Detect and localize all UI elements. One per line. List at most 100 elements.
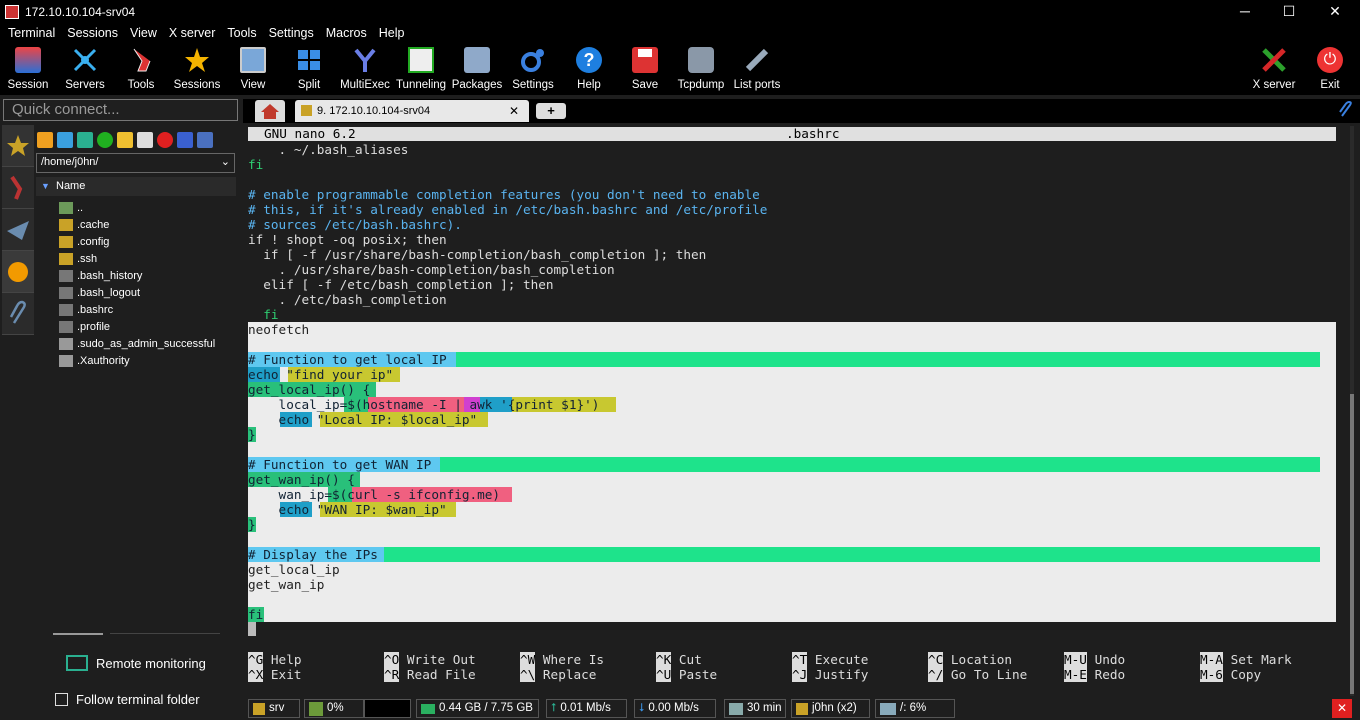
split-button[interactable]: Split — [281, 45, 337, 93]
gear-icon — [520, 47, 546, 73]
tab-session-9[interactable]: 9. 172.10.10.104-srv04 ✕ — [295, 100, 529, 122]
sidebar-tab-tools[interactable] — [2, 167, 34, 209]
save-button[interactable]: Save — [617, 45, 673, 93]
menu-settings[interactable]: Settings — [263, 26, 320, 40]
code-line: elif [ -f /etc/bash_completion ]; then — [248, 277, 554, 292]
status-disk: /: 6% — [875, 699, 955, 718]
power-icon: ⏻ — [1317, 47, 1343, 73]
close-window-button[interactable]: ✕ — [1312, 0, 1358, 23]
file-row[interactable]: .cache — [59, 216, 109, 233]
close-session-button[interactable]: ✕ — [1332, 699, 1352, 718]
session-button[interactable]: Session — [0, 45, 56, 93]
minimize-button[interactable]: ─ — [1222, 0, 1268, 23]
highlight-bar — [248, 547, 1320, 562]
status-uptime: 30 min — [724, 699, 786, 718]
tools-button[interactable]: Tools — [113, 45, 169, 93]
file-icon — [59, 286, 73, 299]
packages-button[interactable]: Packages — [449, 45, 505, 93]
cpu-graph — [364, 699, 411, 718]
scrollbar[interactable] — [1350, 126, 1354, 696]
tcpdump-button[interactable]: Tcpdump — [673, 45, 729, 93]
menu-view[interactable]: View — [124, 26, 163, 40]
sidebar-tab-sftp[interactable] — [2, 251, 34, 293]
split-icon — [296, 47, 322, 73]
code-line: echo "WAN IP: $wan_ip" — [248, 502, 447, 517]
upload-icon[interactable] — [77, 132, 93, 148]
delete-icon[interactable] — [157, 132, 173, 148]
quick-connect-input[interactable]: Quick connect... — [3, 99, 238, 121]
menu-help[interactable]: Help — [373, 26, 411, 40]
view-button[interactable]: View — [225, 45, 281, 93]
download-icon[interactable] — [57, 132, 73, 148]
servers-button[interactable]: Servers — [57, 45, 113, 93]
session-icon — [15, 47, 41, 73]
menu-sessions[interactable]: Sessions — [61, 26, 124, 40]
sidebar-tab-sessions[interactable] — [2, 125, 34, 167]
sessions-button[interactable]: Sessions — [169, 45, 225, 93]
code-line: fi — [248, 307, 279, 322]
code-line: # Function to get local IP — [248, 352, 447, 367]
new-tab-button[interactable]: + — [536, 103, 566, 119]
star-icon — [184, 47, 210, 73]
window-title: 172.10.10.104-srv04 — [25, 4, 136, 19]
menu-bar: Terminal Sessions View X server Tools Se… — [0, 23, 1360, 43]
list-ports-button[interactable]: List ports — [729, 45, 785, 93]
menu-terminal[interactable]: Terminal — [2, 26, 61, 40]
sidebar-tab-attach[interactable] — [2, 293, 34, 335]
file-row[interactable]: .bash_logout — [59, 284, 140, 301]
tunneling-icon — [408, 47, 434, 73]
file-row[interactable]: .ssh — [59, 250, 97, 267]
file-list-header[interactable]: ▼ Name — [36, 177, 236, 196]
file-row[interactable]: .sudo_as_admin_successful — [59, 335, 215, 352]
tunneling-button[interactable]: Tunneling — [393, 45, 449, 93]
tools-icon — [128, 47, 154, 73]
file-row[interactable]: .. — [59, 199, 83, 216]
close-tab-icon[interactable]: ✕ — [509, 100, 519, 122]
exit-button[interactable]: ⏻ Exit — [1302, 45, 1358, 93]
settings-button[interactable]: Settings — [505, 45, 561, 93]
shortcut-redo: M-E Redo — [1064, 667, 1126, 682]
file-row[interactable]: .bashrc — [59, 301, 113, 318]
maximize-button[interactable]: ☐ — [1266, 0, 1312, 23]
file-icon — [59, 337, 73, 350]
code-line: # this, if it's already enabled in /etc/… — [248, 202, 768, 217]
properties-icon[interactable] — [197, 132, 213, 148]
follow-terminal-folder[interactable]: Follow terminal folder — [52, 688, 237, 710]
file-row[interactable]: .config — [59, 233, 109, 250]
follow-checkbox[interactable] — [55, 692, 68, 706]
star-icon — [7, 135, 29, 156]
server-icon — [253, 702, 265, 715]
menu-macros[interactable]: Macros — [320, 26, 373, 40]
help-button[interactable]: ? Help — [561, 45, 617, 93]
file-row[interactable]: .Xauthority — [59, 352, 130, 369]
paperclip-icon[interactable] — [1337, 100, 1355, 119]
multiexec-button[interactable]: MultiExec — [337, 45, 393, 93]
code-line: local_ip=$(hostname -I | awk '{print $1}… — [248, 397, 600, 412]
menu-tools[interactable]: Tools — [221, 26, 262, 40]
folder-up-icon[interactable] — [37, 132, 53, 148]
file-icon — [59, 354, 73, 367]
menu-xserver[interactable]: X server — [163, 26, 222, 40]
column-name: Name — [56, 180, 86, 192]
file-row[interactable]: .bash_history — [59, 267, 142, 284]
remote-monitoring-button[interactable]: Remote monitoring — [52, 648, 237, 678]
file-icon — [59, 269, 73, 282]
path-input[interactable]: /home/j0hn/ ⌄ — [36, 153, 235, 173]
tools-icon — [10, 175, 23, 200]
chevron-down-icon[interactable]: ⌄ — [221, 155, 230, 168]
home-icon — [261, 104, 279, 119]
sidebar-tab-macros[interactable] — [2, 209, 34, 251]
new-folder-icon[interactable] — [117, 132, 133, 148]
new-file-icon[interactable] — [137, 132, 153, 148]
scrollbar-thumb[interactable] — [1350, 394, 1354, 694]
folder-icon — [59, 235, 73, 248]
refresh-icon[interactable] — [97, 132, 113, 148]
upload-arrow-icon: ⭡ — [551, 702, 557, 714]
xserver-button[interactable]: X server — [1246, 45, 1302, 93]
paperclip-icon — [9, 300, 26, 324]
file-row[interactable]: .profile — [59, 318, 110, 335]
shortcut-copy: M-6 Copy — [1200, 667, 1262, 682]
rename-icon[interactable] — [177, 132, 193, 148]
home-tab[interactable] — [255, 100, 285, 122]
tcpdump-icon — [688, 47, 714, 73]
